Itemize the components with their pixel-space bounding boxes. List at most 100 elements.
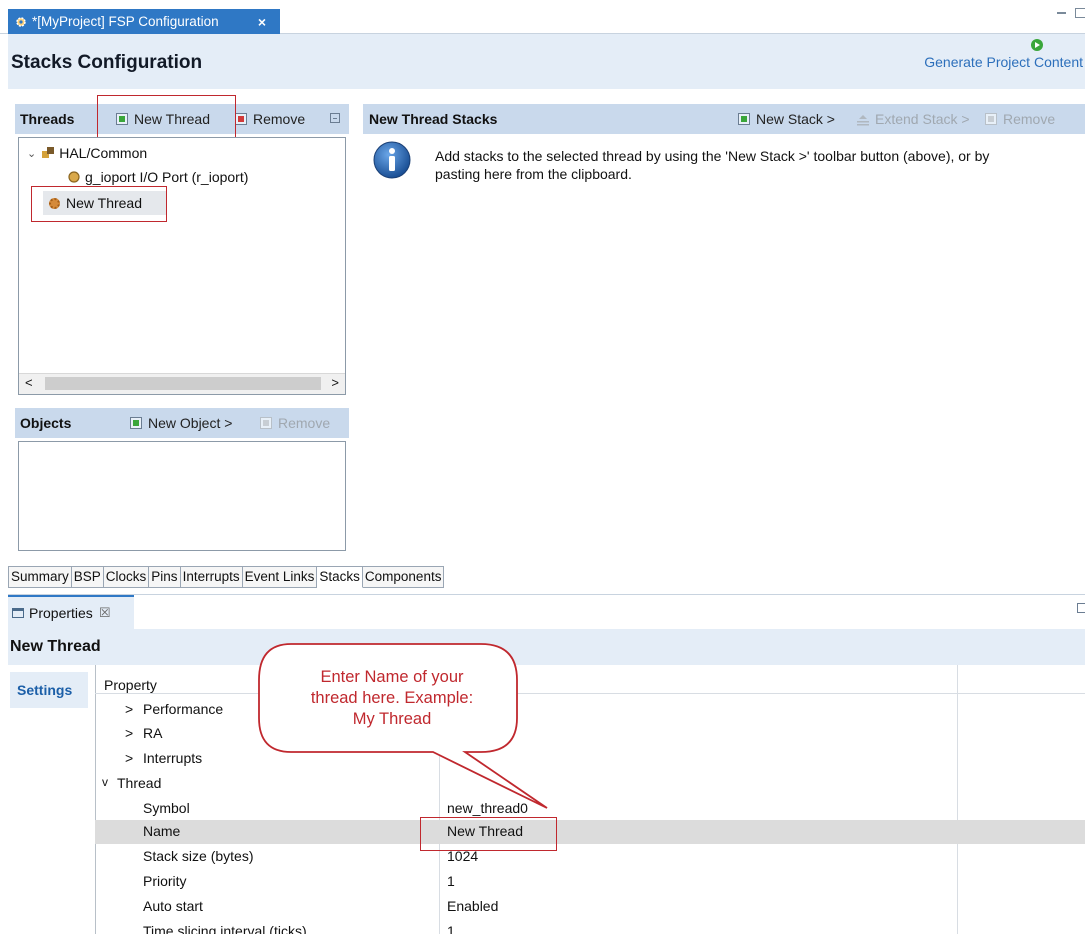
threads-tree: ⌄ HAL/Common g_ioport I/O Port (r_ioport… bbox=[18, 137, 346, 395]
table-row-performance[interactable]: > Performance bbox=[95, 698, 1085, 722]
stacks-info-text: Add stacks to the selected thread by usi… bbox=[435, 147, 989, 183]
remove-thread-button[interactable]: Remove bbox=[235, 111, 305, 127]
new-object-label: New Object > bbox=[148, 415, 233, 431]
close-icon[interactable]: × bbox=[258, 14, 266, 30]
stacks-panel-header: New Thread Stacks New Stack > Extend Sta… bbox=[363, 104, 1085, 134]
maximize-icon[interactable] bbox=[1077, 603, 1085, 613]
editor-tab[interactable]: *[MyProject] FSP Configuration × bbox=[8, 9, 280, 34]
tab-interrupts[interactable]: Interrupts bbox=[180, 566, 243, 588]
table-row-priority[interactable]: Priority 1 bbox=[95, 870, 1085, 894]
objects-title: Objects bbox=[20, 415, 72, 431]
page-title: Stacks Configuration bbox=[11, 52, 203, 73]
new-icon bbox=[738, 113, 750, 125]
callout-line-1: Enter Name of your bbox=[320, 668, 464, 686]
property-name: Thread bbox=[117, 775, 162, 791]
remove-icon bbox=[985, 113, 997, 125]
info-line-2: pasting here from the clipboard. bbox=[435, 166, 632, 182]
play-icon[interactable] bbox=[1031, 39, 1043, 51]
callout-line-3: My Thread bbox=[352, 710, 432, 728]
property-name: Symbol bbox=[143, 800, 190, 816]
scroll-left-icon[interactable]: < bbox=[25, 375, 33, 390]
new-stack-label: New Stack > bbox=[756, 111, 835, 127]
module-icon bbox=[67, 170, 81, 184]
remove-label: Remove bbox=[278, 415, 331, 431]
stacks-title: New Thread Stacks bbox=[369, 111, 498, 127]
objects-list bbox=[18, 441, 346, 551]
properties-heading: New Thread bbox=[10, 638, 101, 655]
tree-item-label: g_ioport I/O Port (r_ioport) bbox=[85, 169, 249, 185]
info-line-1: Add stacks to the selected thread by usi… bbox=[435, 148, 990, 164]
tree-item-label: HAL/Common bbox=[59, 145, 148, 161]
scroll-right-icon[interactable]: > bbox=[331, 375, 339, 390]
expand-icon[interactable]: > bbox=[125, 725, 133, 741]
properties-icon bbox=[12, 608, 24, 618]
header-divider bbox=[95, 693, 1085, 694]
table-row-symbol[interactable]: Symbol new_thread0 bbox=[95, 797, 1085, 821]
remove-label: Remove bbox=[253, 111, 306, 127]
close-icon[interactable]: ☒ bbox=[99, 605, 111, 621]
expand-icon[interactable]: v bbox=[102, 775, 108, 789]
property-name: Name bbox=[143, 823, 181, 839]
name-field-highlight bbox=[420, 817, 557, 851]
tab-event-links[interactable]: Event Links bbox=[242, 566, 318, 588]
callout-line-2: thread here. Example: bbox=[310, 689, 474, 707]
stacks-configuration-header: Stacks Configuration Generate Project Co… bbox=[8, 34, 1085, 89]
scrollbar-thumb[interactable] bbox=[45, 377, 321, 390]
remove-label: Remove bbox=[1003, 111, 1056, 127]
tree-item-hal-common[interactable]: ⌄ HAL/Common bbox=[27, 145, 147, 161]
new-stack-button[interactable]: New Stack > bbox=[738, 111, 835, 127]
puzzle-icon bbox=[41, 146, 55, 160]
new-object-button[interactable]: New Object > bbox=[130, 415, 232, 431]
expand-icon[interactable]: > bbox=[125, 701, 133, 717]
table-row-thread[interactable]: v Thread bbox=[95, 772, 1085, 796]
table-row-interrupts[interactable]: > Interrupts bbox=[95, 747, 1085, 771]
table-row-stack-size[interactable]: Stack size (bytes) 1024 bbox=[95, 845, 1085, 869]
table-row-auto-start[interactable]: Auto start Enabled bbox=[95, 895, 1085, 919]
threads-title: Threads bbox=[20, 111, 75, 127]
table-row-name[interactable]: Name New Thread bbox=[95, 820, 1085, 844]
property-value[interactable]: Enabled bbox=[447, 898, 498, 914]
tree-item-g-ioport[interactable]: g_ioport I/O Port (r_ioport) bbox=[67, 169, 248, 185]
property-value[interactable]: 1 bbox=[447, 923, 455, 934]
tab-clocks[interactable]: Clocks bbox=[103, 566, 150, 588]
info-icon bbox=[372, 140, 412, 180]
tab-pins[interactable]: Pins bbox=[149, 566, 181, 588]
expand-icon[interactable]: > bbox=[125, 750, 133, 766]
property-name: Performance bbox=[143, 701, 224, 717]
extend-icon bbox=[856, 113, 870, 126]
remove-object-button[interactable]: Remove bbox=[260, 415, 330, 431]
table-row-time-slicing[interactable]: Time slicing interval (ticks) 1 bbox=[95, 920, 1085, 934]
property-value[interactable]: 1 bbox=[447, 873, 455, 889]
property-name: Auto start bbox=[143, 898, 203, 914]
extend-stack-button[interactable]: Extend Stack > bbox=[856, 111, 970, 127]
settings-tab[interactable]: Settings bbox=[10, 672, 88, 708]
callout-text: Enter Name of your thread here. Example:… bbox=[268, 667, 516, 730]
properties-view-tab[interactable]: Properties ☒ bbox=[8, 595, 134, 629]
new-icon bbox=[130, 417, 142, 429]
collapse-icon[interactable] bbox=[330, 113, 340, 123]
maximize-icon[interactable] bbox=[1075, 8, 1085, 18]
property-name: Time slicing interval (ticks) bbox=[143, 923, 307, 934]
configuration-page-tabs: Summary BSP Clocks Pins Interrupts Event… bbox=[8, 566, 445, 588]
horizontal-scrollbar[interactable]: < > bbox=[19, 373, 345, 394]
table-row-ra[interactable]: > RA bbox=[95, 722, 1085, 746]
remove-icon bbox=[235, 113, 247, 125]
property-name: Interrupts bbox=[143, 750, 203, 766]
chevron-down-icon: ⌄ bbox=[27, 147, 37, 160]
objects-panel-header: Objects New Object > Remove bbox=[15, 408, 349, 438]
gear-icon bbox=[14, 15, 28, 29]
minimize-icon[interactable] bbox=[1057, 12, 1066, 14]
remove-stack-button[interactable]: Remove bbox=[985, 111, 1055, 127]
generate-project-content-link[interactable]: Generate Project Content bbox=[924, 54, 1083, 70]
tab-stacks[interactable]: Stacks bbox=[317, 566, 363, 588]
properties-tab-bar bbox=[8, 594, 1085, 630]
extend-stack-label: Extend Stack > bbox=[875, 111, 970, 127]
tree-new-thread-highlight bbox=[31, 186, 167, 222]
property-name: RA bbox=[143, 725, 163, 741]
property-name: Stack size (bytes) bbox=[143, 848, 254, 864]
tab-components[interactable]: Components bbox=[362, 566, 445, 588]
tab-summary[interactable]: Summary bbox=[8, 566, 72, 588]
tab-bsp[interactable]: BSP bbox=[71, 566, 104, 588]
property-name: Priority bbox=[143, 873, 187, 889]
editor-tab-title: *[MyProject] FSP Configuration bbox=[32, 14, 219, 29]
